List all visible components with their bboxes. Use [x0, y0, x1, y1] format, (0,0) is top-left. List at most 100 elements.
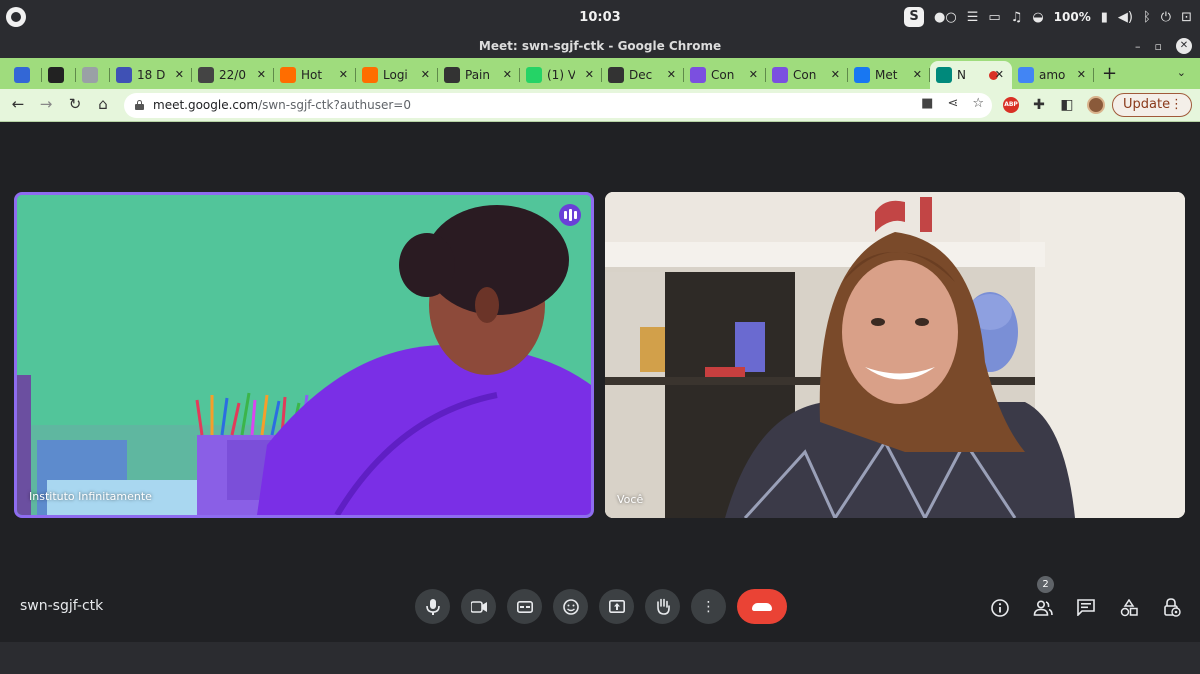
adblock-icon[interactable]: ABP — [1003, 97, 1019, 113]
reload-icon[interactable]: ↻ — [65, 95, 85, 113]
participant-tile-self[interactable]: Você — [605, 192, 1185, 518]
wifi-icon[interactable]: ◒ — [1032, 10, 1043, 25]
battery-percent[interactable]: 100% — [1054, 10, 1091, 24]
os-logo-icon[interactable] — [6, 7, 26, 27]
share-icon[interactable]: ⋖ — [947, 96, 958, 111]
people-icon — [1033, 600, 1053, 616]
lock-icon[interactable] — [135, 100, 144, 110]
browser-tab[interactable]: 22/0 ✕ — [192, 61, 274, 89]
meeting-code: swn-sgjf-ctk — [20, 598, 104, 614]
pinwheel-icon — [690, 67, 706, 83]
tab-label: Met — [875, 68, 898, 82]
profile-avatar[interactable] — [1087, 96, 1105, 114]
more-options-button[interactable]: ⋮ — [691, 589, 726, 624]
forward-arrow-icon[interactable]: → — [36, 95, 56, 113]
info-icon — [198, 67, 214, 83]
extensions-puzzle-icon[interactable]: ✚ — [1031, 97, 1047, 113]
camera-button[interactable] — [461, 589, 496, 624]
bluetooth-icon[interactable]: ᛒ — [1143, 10, 1151, 25]
tab-close-icon[interactable]: ✕ — [995, 68, 1004, 81]
host-lock-icon — [1164, 598, 1181, 617]
browser-tab[interactable] — [42, 61, 76, 89]
volume-icon[interactable]: ◀) — [1118, 10, 1133, 25]
fire-icon — [362, 67, 378, 83]
s-icon — [116, 67, 132, 83]
tab-close-icon[interactable]: ✕ — [339, 68, 348, 81]
address-bar[interactable]: meet.google.com/swn-sgjf-ctk?authuser=0 … — [124, 93, 992, 118]
more-vertical-icon: ⋮ — [701, 598, 716, 615]
captions-button[interactable] — [507, 589, 542, 624]
url-text[interactable]: meet.google.com/swn-sgjf-ctk?authuser=0 — [153, 98, 411, 112]
emoji-icon — [562, 598, 579, 615]
tab-close-icon[interactable]: ✕ — [831, 68, 840, 81]
tab-close-icon[interactable]: ✕ — [175, 68, 184, 81]
tab-close-icon[interactable]: ✕ — [257, 68, 266, 81]
update-button[interactable]: Update ⋮ — [1112, 93, 1192, 117]
participant-tile-remote[interactable]: Instituto Infinitamente — [14, 192, 594, 518]
restore-icon[interactable]: ▫ — [1155, 40, 1162, 53]
home-icon[interactable]: ⌂ — [93, 95, 113, 113]
bookmark-star-icon[interactable]: ☆ — [972, 96, 984, 111]
activities-button[interactable] — [1117, 596, 1141, 620]
microphone-button[interactable] — [415, 589, 450, 624]
microphone-icon — [425, 598, 440, 615]
end-call-icon — [752, 602, 772, 611]
reactions-button[interactable] — [553, 589, 588, 624]
minimize-icon[interactable]: – — [1135, 40, 1141, 53]
people-button[interactable]: 2 — [1031, 576, 1055, 620]
window-controls: – ▫ ✕ — [1135, 38, 1192, 54]
tab-close-icon[interactable]: ✕ — [667, 68, 676, 81]
exit-icon[interactable]: ⊡ — [1181, 10, 1192, 25]
fire-icon — [280, 67, 296, 83]
tab-label: Con — [793, 68, 817, 82]
browser-tab[interactable]: Hot ✕ — [274, 61, 356, 89]
pinwheel-icon — [772, 67, 788, 83]
chat-button[interactable] — [1074, 596, 1098, 620]
update-label: Update — [1123, 97, 1171, 112]
browser-tab[interactable]: Met ✕ — [848, 61, 930, 89]
tab-close-icon[interactable]: ✕ — [421, 68, 430, 81]
omnibox-actions: ■ ⋖ ☆ — [921, 96, 984, 111]
tab-close-icon[interactable]: ✕ — [503, 68, 512, 81]
browser-tab[interactable]: Pain ✕ — [438, 61, 520, 89]
browser-tab[interactable]: 18 D ✕ — [110, 61, 192, 89]
meta-icon — [854, 67, 870, 83]
raise-hand-button[interactable] — [645, 589, 680, 624]
browser-tab[interactable]: Con ✕ — [684, 61, 766, 89]
back-arrow-icon[interactable]: ← — [8, 95, 28, 113]
tab-close-icon[interactable]: ✕ — [749, 68, 758, 81]
chrome-menu-icon[interactable]: ⋮ — [1170, 94, 1183, 116]
tab-search-chevron-icon[interactable]: ⌄ — [1177, 66, 1186, 79]
workspace-dots-icon[interactable]: ●○ — [934, 10, 957, 25]
browser-tab[interactable]: N ✕ — [930, 61, 1012, 89]
browser-tab[interactable] — [76, 61, 110, 89]
battery-icon[interactable]: ▮ — [1101, 10, 1108, 25]
people-count-badge: 2 — [1037, 576, 1054, 593]
tab-close-icon[interactable]: ✕ — [585, 68, 594, 81]
host-controls-button[interactable] — [1160, 596, 1184, 620]
folder-icon[interactable]: ▭ — [988, 10, 1000, 25]
menu-lines-icon[interactable]: ☰ — [967, 10, 979, 25]
power-icon[interactable]: ⏻ — [1161, 10, 1171, 25]
meeting-details-button[interactable] — [988, 596, 1012, 620]
browser-tab[interactable]: Dec ✕ — [602, 61, 684, 89]
participant-name: Você — [617, 493, 644, 506]
tab-close-icon[interactable]: ✕ — [1077, 68, 1086, 81]
browser-tab[interactable]: Logi ✕ — [356, 61, 438, 89]
browser-tab[interactable]: Con ✕ — [766, 61, 848, 89]
closed-captions-icon — [516, 600, 533, 613]
tab-close-icon[interactable]: ✕ — [913, 68, 922, 81]
browser-title-bar: Meet: swn-sgjf-ctk - Google Chrome – ▫ ✕ — [0, 36, 1200, 58]
notification-bell-icon[interactable]: ♫ — [1011, 10, 1023, 25]
tray-app-icon[interactable]: S — [904, 7, 925, 27]
pen-icon — [48, 67, 64, 83]
browser-tab[interactable] — [8, 61, 42, 89]
present-screen-button[interactable] — [599, 589, 634, 624]
new-tab-icon[interactable]: + — [1102, 63, 1117, 84]
close-window-icon[interactable]: ✕ — [1176, 38, 1192, 54]
leave-call-button[interactable] — [737, 589, 787, 624]
browser-tab[interactable]: (1) V ✕ — [520, 61, 602, 89]
side-panel-icon[interactable]: ◧ — [1059, 97, 1075, 113]
camera-in-use-icon[interactable]: ■ — [921, 96, 933, 111]
browser-tab[interactable]: amo ✕ — [1012, 61, 1094, 89]
